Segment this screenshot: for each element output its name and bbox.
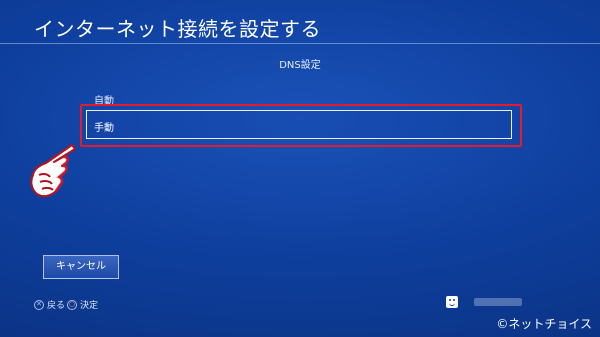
username-blurred xyxy=(474,298,522,306)
pointing-hand-icon xyxy=(26,141,76,203)
back-hint-label: 戻る xyxy=(47,301,66,311)
section-title: DNS設定 xyxy=(279,60,321,71)
copyright-watermark: ©ネットチョイス xyxy=(496,317,592,331)
circle-button-icon: ○ xyxy=(67,299,77,310)
cancel-button[interactable]: キャンセル xyxy=(43,255,119,279)
cross-button-icon: ✕ xyxy=(34,299,44,310)
confirm-hint-label: 決定 xyxy=(80,301,99,311)
page-title: インターネット接続を設定する xyxy=(34,17,321,41)
confirm-hint: ○ 決定 xyxy=(67,298,98,311)
selection-highlight xyxy=(80,104,522,147)
user-area xyxy=(446,296,522,308)
back-hint: ✕ 戻る xyxy=(34,298,65,311)
header-divider xyxy=(0,43,600,44)
user-avatar-icon xyxy=(446,296,458,308)
